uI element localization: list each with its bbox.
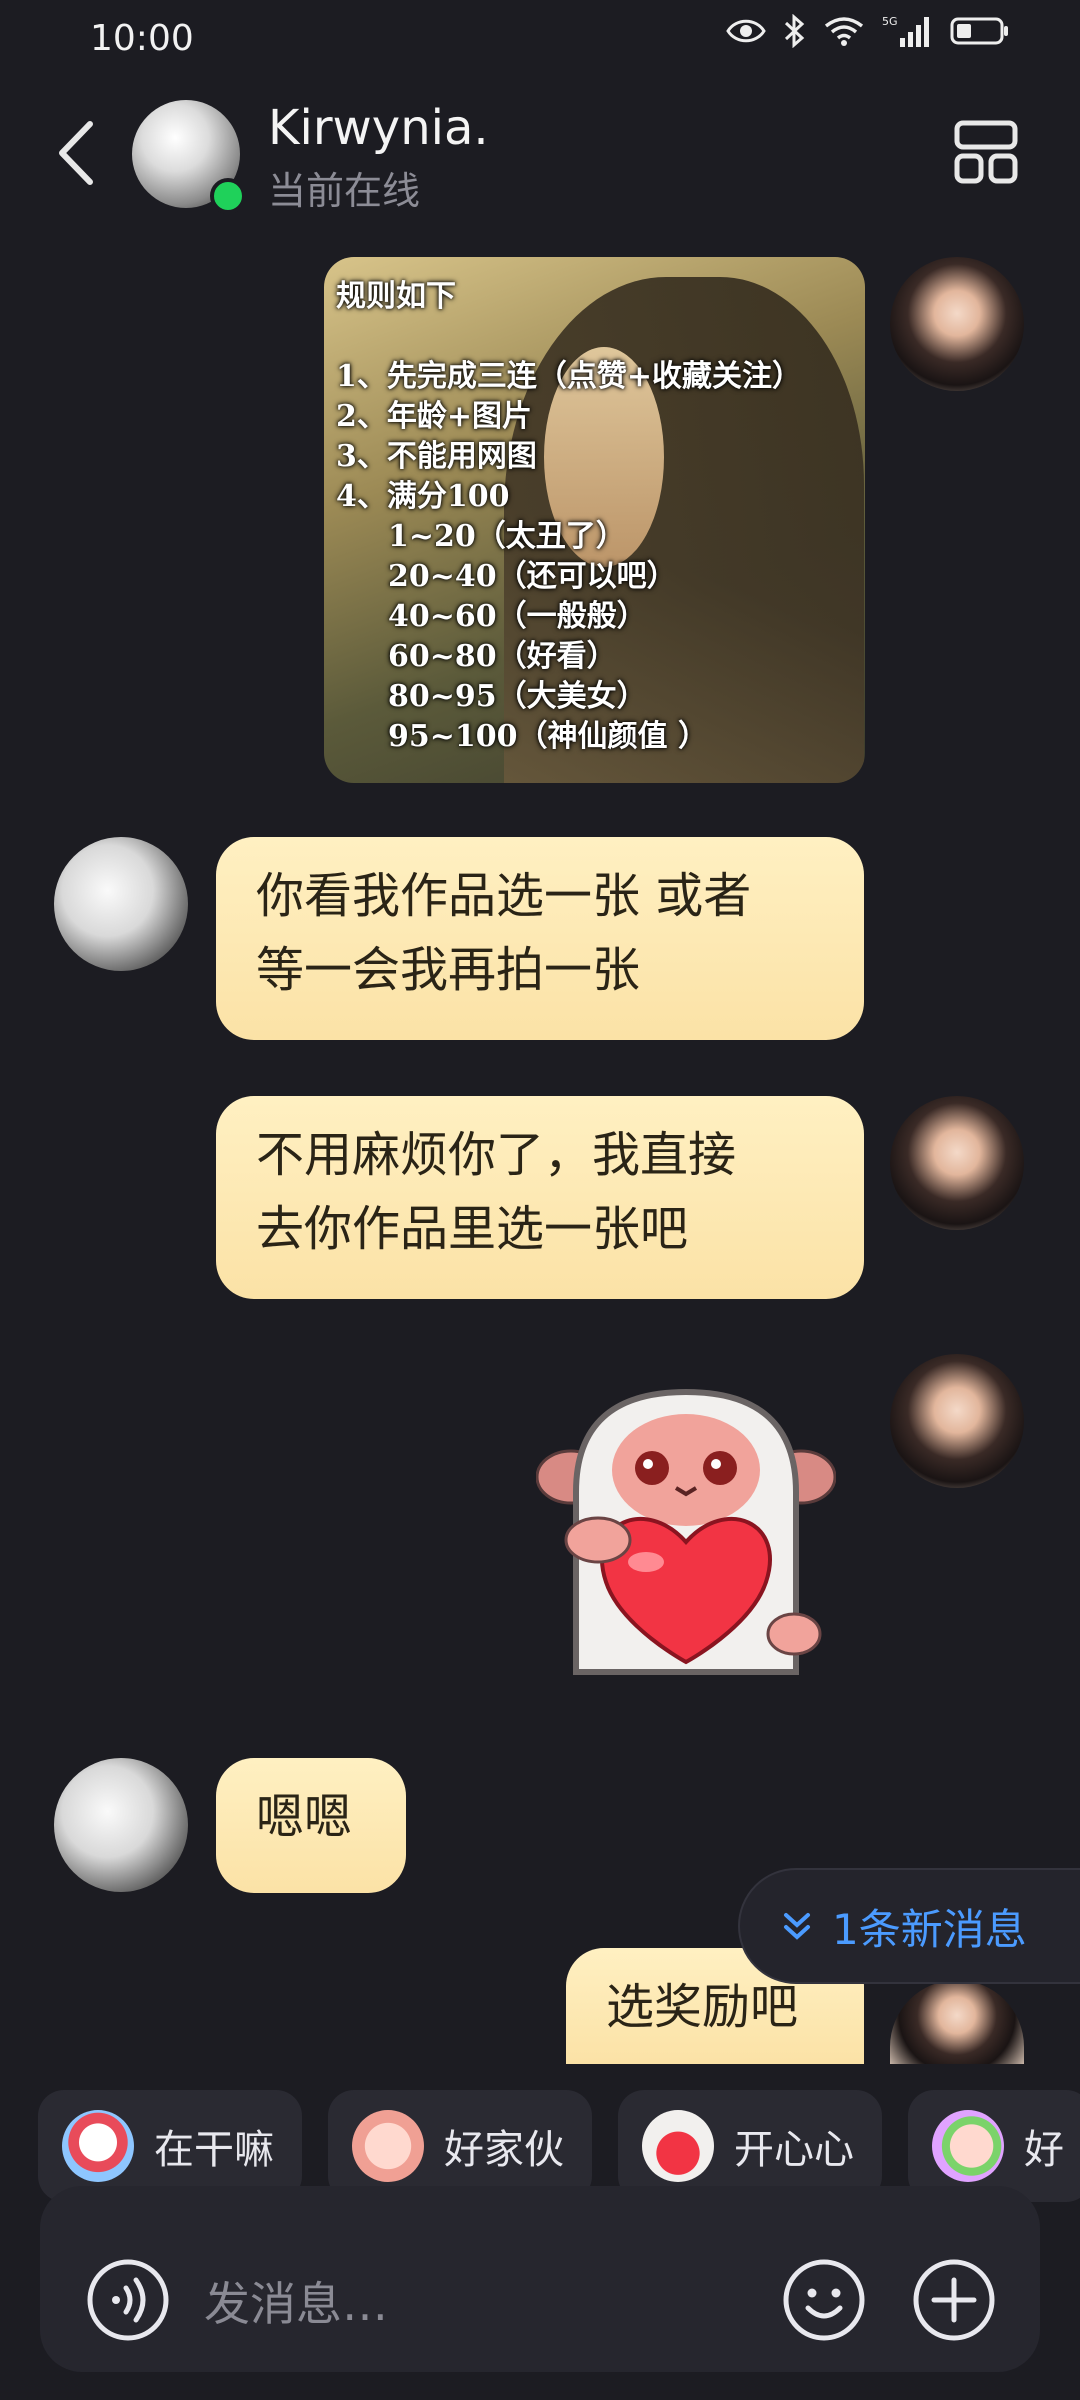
status-time: 10:00	[90, 18, 194, 59]
score-range: 1~20（太丑了）	[388, 519, 626, 554]
rules-line: 4、满分100	[336, 479, 510, 514]
rules-line: 2、年龄+图片	[336, 399, 533, 434]
message-input-bar	[40, 2186, 1040, 2372]
battery-icon	[950, 17, 1008, 45]
emoji-icon[interactable]	[782, 2258, 866, 2342]
my-avatar[interactable]	[890, 1354, 1024, 1488]
rules-line: 1、先完成三连（点赞+收藏关注）	[336, 359, 803, 394]
back-arrow-icon[interactable]	[52, 118, 102, 188]
magnifier-emoji-icon	[62, 2110, 134, 2182]
contact-status: 当前在线	[268, 169, 421, 213]
rules-text: 规则如下 1、先完成三连（点赞+收藏关注） 2、年龄+图片 3、不能用网图 4、满分10…	[336, 277, 802, 757]
wifi-icon	[824, 17, 864, 46]
my-avatar[interactable]	[890, 257, 1024, 391]
contact-name[interactable]: Kirwynia.	[268, 100, 489, 156]
score-range: 80~95（大美女）	[388, 679, 647, 714]
quick-reply-label: 好家伙	[444, 2127, 564, 2173]
score-range: 40~60（一般般）	[388, 599, 647, 634]
eye-icon	[726, 19, 766, 43]
double-chevron-down-icon	[784, 1913, 810, 1940]
rules-line: 规则如下	[336, 279, 456, 314]
new-messages-label: 1条新消息	[832, 1904, 1027, 1954]
shocked-emoji-icon	[352, 2110, 424, 2182]
plus-icon[interactable]	[912, 2258, 996, 2342]
score-range: 95~100（神仙颜值 ）	[388, 719, 708, 754]
status-icons: 5G	[726, 14, 1010, 48]
online-indicator	[210, 178, 246, 214]
message-input[interactable]: 发消息…	[204, 2268, 388, 2334]
score-range: 60~80（好看）	[388, 639, 617, 674]
my-avatar[interactable]	[890, 1980, 1024, 2064]
rules-line: 3、不能用网图	[336, 439, 537, 474]
voice-icon[interactable]	[86, 2258, 170, 2342]
network-label: 5G	[882, 15, 898, 28]
message-bubble[interactable]: 不用麻烦你了，我直接 去你作品里选一张吧	[216, 1096, 864, 1299]
more-menu-icon[interactable]	[954, 120, 1018, 184]
photo-message[interactable]: 规则如下 1、先完成三连（点赞+收藏关注） 2、年龄+图片 3、不能用网图 4、满分10…	[324, 257, 865, 783]
signal-icon: 5G	[882, 15, 929, 47]
quick-reply-label: 开心心	[734, 2127, 854, 2173]
message-bubble[interactable]: 嗯嗯	[216, 1758, 406, 1893]
score-range: 20~40（还可以吧）	[388, 559, 677, 594]
heart-sticker-icon[interactable]	[536, 1382, 836, 1682]
rainbow-emoji-icon	[932, 2110, 1004, 2182]
contact-avatar[interactable]	[54, 1758, 188, 1892]
rules-line	[336, 317, 802, 357]
quick-reply-label: 在干嘛	[154, 2127, 274, 2173]
new-messages-button[interactable]: 1条新消息	[738, 1868, 1080, 1984]
bluetooth-icon	[784, 14, 805, 48]
my-avatar[interactable]	[890, 1096, 1024, 1230]
message-bubble[interactable]: 你看我作品选一张 或者 等一会我再拍一张	[216, 837, 864, 1040]
quick-reply-label: 好	[1024, 2127, 1064, 2173]
contact-avatar[interactable]	[54, 837, 188, 971]
heart-emoji-icon	[642, 2110, 714, 2182]
